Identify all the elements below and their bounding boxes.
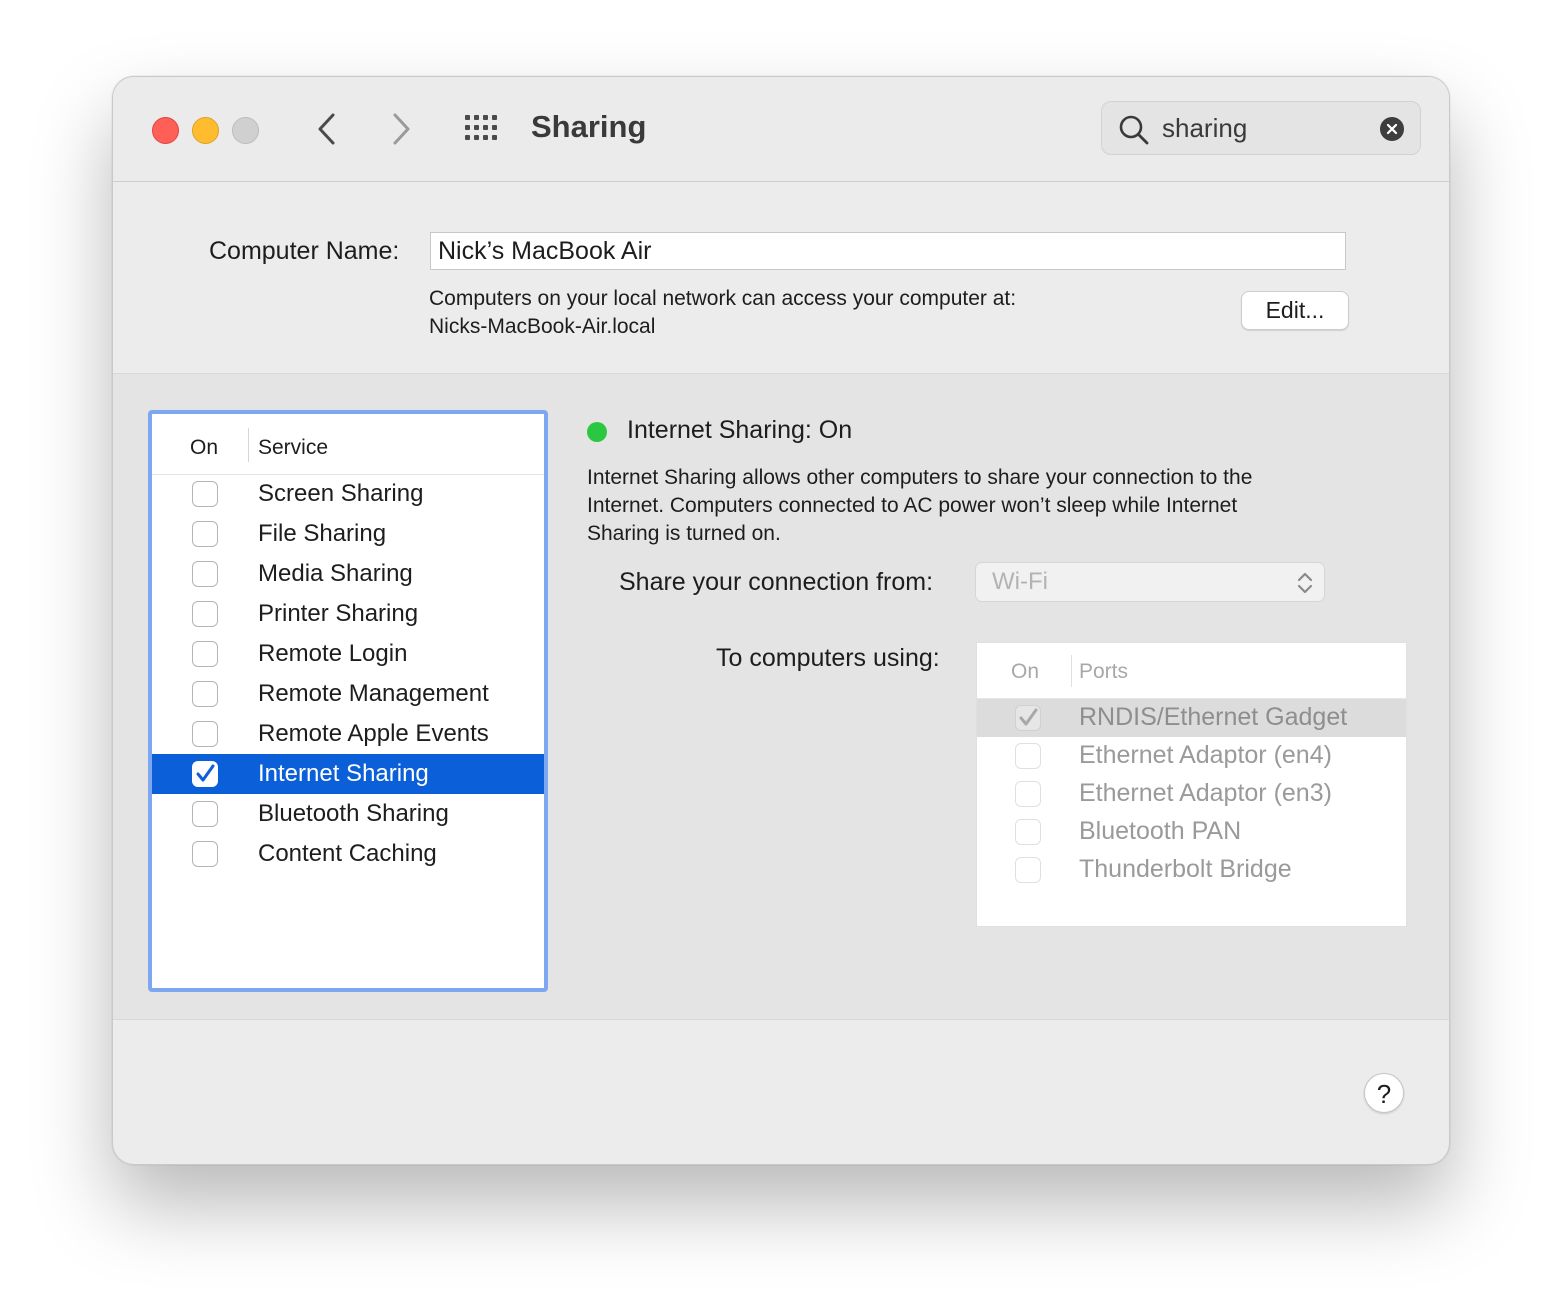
column-divider: [1071, 655, 1072, 687]
computer-name-description: Computers on your local network can acce…: [429, 285, 1016, 341]
service-label: Screen Sharing: [258, 480, 424, 507]
column-divider: [248, 428, 249, 462]
grid-icon: [465, 115, 497, 140]
description-line: Sharing is turned on.: [587, 522, 781, 545]
chevron-right-icon: [393, 113, 410, 145]
port-checkbox[interactable]: [1015, 857, 1041, 883]
description-line: Internet. Computers connected to AC powe…: [587, 494, 1238, 517]
port-label: RNDIS/Ethernet Gadget: [1079, 703, 1348, 731]
service-label: Media Sharing: [258, 560, 413, 587]
service-checkbox[interactable]: [192, 841, 218, 867]
clear-search-button[interactable]: [1380, 117, 1404, 141]
sharing-window: Sharing Computer Name: Computers on your…: [112, 76, 1450, 1165]
status-description: Internet Sharing allows other computers …: [587, 464, 1367, 548]
share-from-popup[interactable]: Wi-Fi: [975, 562, 1325, 602]
port-row[interactable]: Ethernet Adaptor (en3): [977, 775, 1406, 813]
computer-name-label: Computer Name:: [209, 237, 400, 265]
port-checkbox[interactable]: [1015, 819, 1041, 845]
service-label: Remote Management: [258, 680, 489, 707]
to-computers-label: To computers using:: [716, 644, 940, 672]
service-checkbox[interactable]: [192, 801, 218, 827]
computer-name-field[interactable]: [430, 232, 1346, 270]
service-row[interactable]: Media Sharing: [152, 554, 544, 594]
port-label: Ethernet Adaptor (en4): [1079, 741, 1332, 769]
status-title: Internet Sharing: On: [627, 416, 853, 444]
description-line: Computers on your local network can acce…: [429, 287, 1017, 310]
port-checkbox[interactable]: [1015, 705, 1041, 731]
service-label: Internet Sharing: [258, 760, 429, 787]
column-header-service: Service: [258, 436, 329, 459]
service-label: Printer Sharing: [258, 600, 419, 627]
back-button[interactable]: [305, 107, 349, 151]
ports-list[interactable]: On Ports RNDIS/Ethernet Gadget Ethernet A…: [976, 642, 1407, 927]
service-checkbox[interactable]: [192, 721, 218, 747]
port-label: Ethernet Adaptor (en3): [1079, 779, 1332, 807]
service-row[interactable]: File Sharing: [152, 514, 544, 554]
service-row[interactable]: Internet Sharing: [152, 754, 544, 794]
checkmark-icon: [1019, 708, 1038, 726]
minimize-button[interactable]: [192, 117, 219, 144]
port-label: Thunderbolt Bridge: [1079, 855, 1292, 883]
service-row[interactable]: Remote Management: [152, 674, 544, 714]
service-row[interactable]: Remote Apple Events: [152, 714, 544, 754]
column-header-ports: Ports: [1079, 660, 1129, 683]
forward-button[interactable]: [379, 107, 423, 151]
port-row[interactable]: Ethernet Adaptor (en4): [977, 737, 1406, 775]
service-label: Remote Apple Events: [258, 720, 489, 747]
window-title: Sharing: [531, 109, 647, 144]
service-checkbox[interactable]: [192, 481, 218, 507]
port-label: Bluetooth PAN: [1079, 817, 1242, 845]
service-row[interactable]: Content Caching: [152, 834, 544, 874]
edit-button[interactable]: Edit...: [1241, 291, 1349, 330]
sharing-panel: On Service Screen Sharing File Sharing Med…: [113, 373, 1449, 1020]
service-checkbox[interactable]: [192, 761, 218, 787]
service-list[interactable]: On Service Screen Sharing File Sharing Med…: [148, 410, 548, 992]
service-row[interactable]: Remote Login: [152, 634, 544, 674]
show-all-button[interactable]: [463, 111, 503, 147]
service-checkbox[interactable]: [192, 561, 218, 587]
ports-list-header: On Ports: [977, 643, 1406, 699]
toolbar: Sharing: [113, 77, 1449, 182]
service-row[interactable]: Printer Sharing: [152, 594, 544, 634]
service-label: Bluetooth Sharing: [258, 800, 449, 827]
port-row[interactable]: Bluetooth PAN: [977, 813, 1406, 851]
service-checkbox[interactable]: [192, 641, 218, 667]
search-icon: [1119, 115, 1149, 145]
status-indicator: [587, 422, 607, 442]
zoom-button[interactable]: [232, 117, 259, 144]
search-field[interactable]: [1101, 101, 1421, 155]
service-label: File Sharing: [258, 520, 387, 547]
service-label: Content Caching: [258, 840, 437, 867]
checkmark-icon: [196, 764, 215, 782]
up-down-chevron-icon: [1297, 572, 1313, 594]
column-header-on: On: [190, 436, 219, 459]
port-row[interactable]: Thunderbolt Bridge: [977, 851, 1406, 889]
close-button[interactable]: [152, 117, 179, 144]
port-checkbox[interactable]: [1015, 781, 1041, 807]
column-header-on: On: [1011, 660, 1040, 683]
local-hostname: Nicks-MacBook-Air.local: [429, 315, 656, 338]
service-row[interactable]: Screen Sharing: [152, 474, 544, 514]
help-button[interactable]: ?: [1364, 1073, 1404, 1113]
service-row[interactable]: Bluetooth Sharing: [152, 794, 544, 834]
service-checkbox[interactable]: [192, 521, 218, 547]
port-row[interactable]: RNDIS/Ethernet Gadget: [977, 699, 1406, 737]
service-label: Remote Login: [258, 640, 408, 667]
share-from-label: Share your connection from:: [619, 568, 934, 596]
service-list-header: On Service: [152, 414, 544, 475]
chevron-left-icon: [318, 113, 335, 145]
port-checkbox[interactable]: [1015, 743, 1041, 769]
description-line: Internet Sharing allows other computers …: [587, 466, 1253, 489]
service-checkbox[interactable]: [192, 601, 218, 627]
search-input[interactable]: [1162, 112, 1372, 144]
service-checkbox[interactable]: [192, 681, 218, 707]
share-from-value: Wi-Fi: [992, 568, 1048, 595]
clear-icon: [1386, 123, 1398, 135]
